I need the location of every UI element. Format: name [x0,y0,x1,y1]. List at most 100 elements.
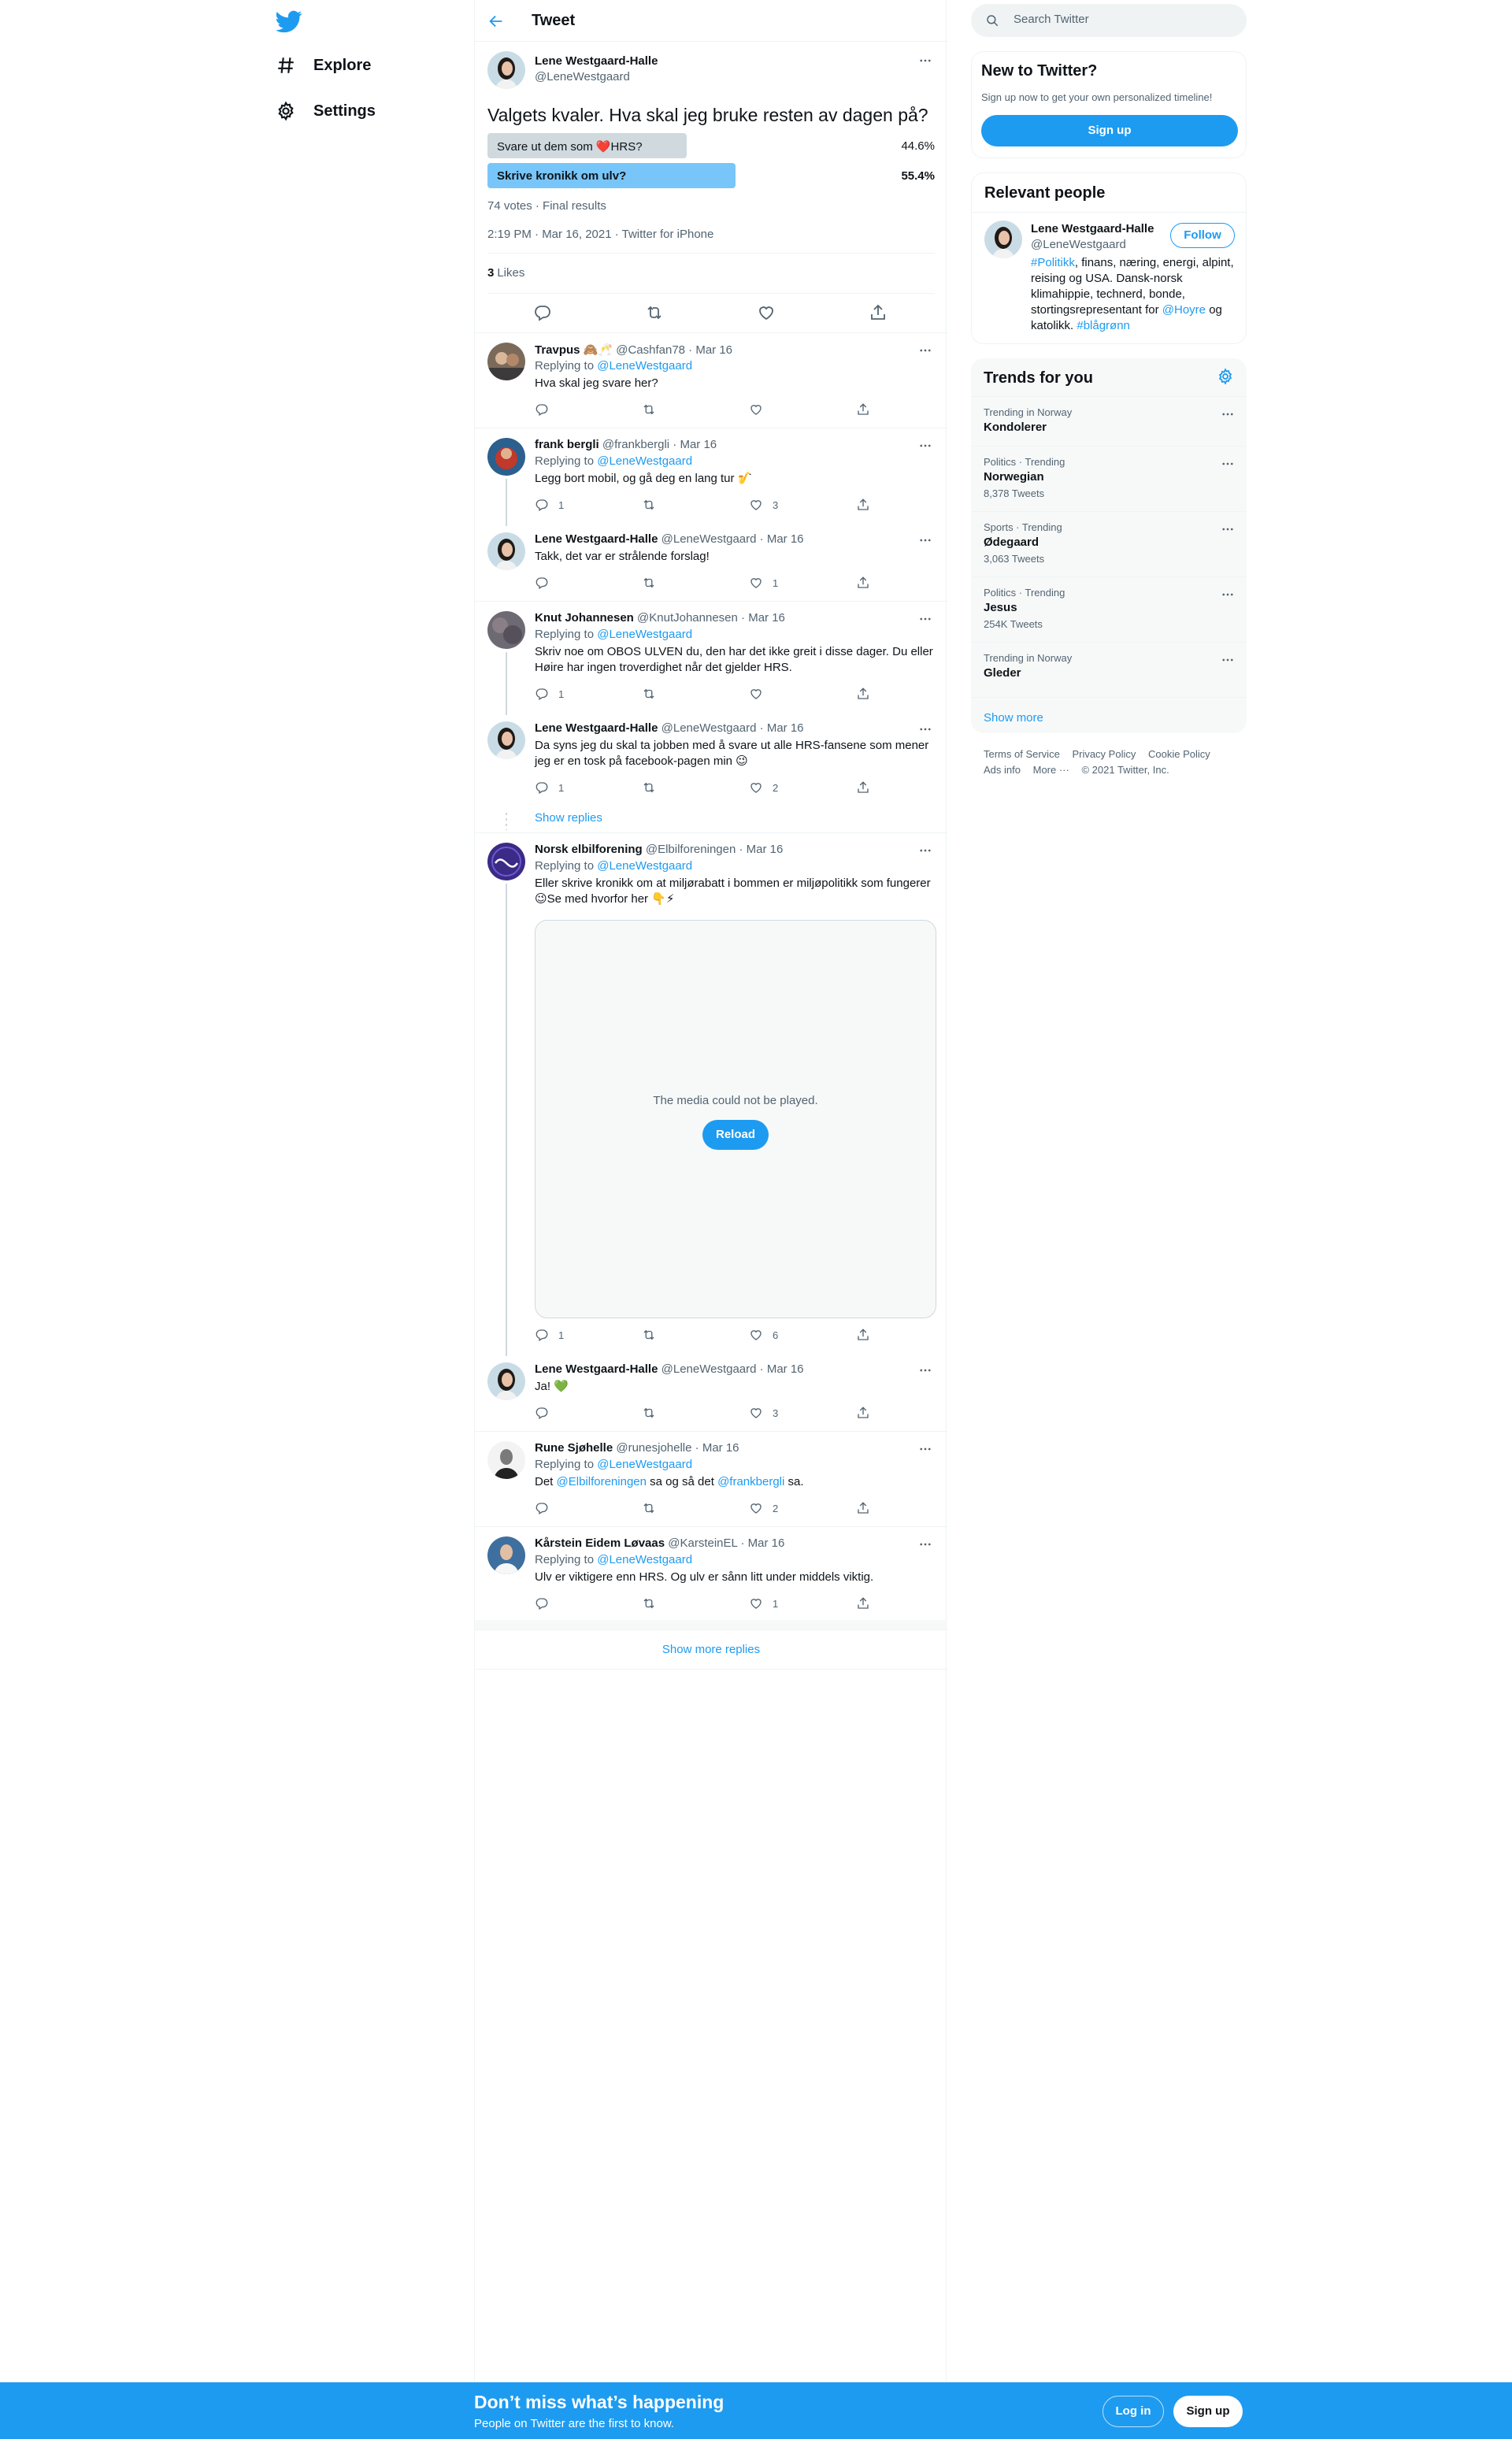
reply-date[interactable]: Mar 16 [767,721,804,735]
gear-icon[interactable] [1217,368,1234,385]
author-handle[interactable]: @KnutJohannesen [637,611,738,625]
more-options-icon[interactable] [916,1440,935,1459]
author-handle[interactable]: @LeneWestgaard [662,532,757,546]
author-name[interactable]: Rune Sjøhelle [535,1441,613,1455]
reply-icon[interactable] [535,1406,549,1420]
reply-icon[interactable]: 1 [535,1328,564,1342]
author-handle[interactable]: @KarsteinEL [668,1536,737,1550]
author-handle[interactable]: @Cashfan78 [616,343,685,357]
back-arrow-icon[interactable] [487,13,505,30]
search-box[interactable] [971,4,1247,37]
reply-icon[interactable]: 1 [535,780,564,795]
reply-date[interactable]: Mar 16 [748,611,785,625]
footer-link[interactable]: Terms of Service [984,747,1060,762]
log-in-button[interactable]: Log in [1102,2396,1164,2427]
retweet-icon[interactable] [642,402,656,417]
avatar[interactable] [487,51,525,89]
more-options-icon[interactable] [916,841,935,860]
avatar[interactable] [487,438,525,476]
reply-date[interactable]: Mar 16 [767,532,804,546]
person-name[interactable]: Lene Westgaard-Halle [1031,222,1154,235]
show-replies-link[interactable]: Show replies [535,811,602,825]
share-icon[interactable] [856,687,870,701]
reply-icon[interactable]: 1 [535,687,564,701]
trend-item[interactable]: Trending in Norway Kondolerer [971,396,1247,446]
share-icon[interactable] [856,1328,870,1342]
more-options-icon[interactable] [916,531,935,550]
like-icon[interactable] [757,303,776,322]
avatar[interactable] [487,343,525,380]
retweet-icon[interactable] [642,576,656,590]
mention-link[interactable]: @LeneWestgaard [597,1553,692,1566]
share-icon[interactable] [856,1596,870,1611]
trend-item[interactable]: Politics · Trending Jesus 254K Tweets [971,576,1247,642]
more-options-icon[interactable] [916,610,935,628]
follow-button[interactable]: Follow [1170,223,1235,248]
author-handle[interactable]: @runesjohelle [616,1441,691,1455]
hashtag-link[interactable]: #blågrønn [1077,319,1130,332]
mention-link[interactable]: @LeneWestgaard [597,454,692,468]
retweet-icon[interactable] [642,1501,656,1515]
share-icon[interactable] [869,303,888,322]
footer-link[interactable]: Ads info [984,762,1021,778]
likes-stat[interactable]: 3 Likes [487,253,935,294]
like-icon[interactable] [749,687,763,701]
more-options-icon[interactable] [1218,585,1237,604]
more-options-icon[interactable] [1218,405,1237,424]
like-icon[interactable]: 1 [749,576,778,590]
more-options-icon[interactable] [1218,520,1237,539]
author-handle[interactable]: @frankbergli [602,438,669,451]
reply-date[interactable]: Mar 16 [748,1536,785,1550]
footer-link[interactable]: Cookie Policy [1148,747,1210,762]
avatar[interactable] [487,721,525,759]
reply-date[interactable]: Mar 16 [747,843,784,856]
reply-icon[interactable]: 1 [535,498,564,512]
share-icon[interactable] [856,1406,870,1420]
like-icon[interactable] [749,402,763,417]
hashtag-link[interactable]: #Politikk [1031,256,1075,269]
retweet-icon[interactable] [642,1596,656,1611]
author-name[interactable]: Norsk elbilforening [535,843,643,856]
share-icon[interactable] [856,498,870,512]
reply-icon[interactable] [535,1596,549,1611]
reply-date[interactable]: Mar 16 [695,343,732,357]
like-icon[interactable]: 3 [749,1406,778,1420]
trend-item[interactable]: Politics · Trending Norwegian 8,378 Twee… [971,446,1247,511]
mention-link[interactable]: @Hoyre [1162,303,1206,317]
mention-link[interactable]: @LeneWestgaard [597,628,692,641]
author-handle[interactable]: @Elbilforeningen [646,843,736,856]
person-handle[interactable]: @LeneWestgaard [1031,238,1126,251]
trend-item[interactable]: Trending in Norway Gleder [971,642,1247,698]
author-handle[interactable]: @LeneWestgaard [535,70,630,83]
author-name[interactable]: Lene Westgaard-Halle [535,532,658,546]
share-icon[interactable] [856,576,870,590]
author-name[interactable]: Kårstein Eidem Løvaas [535,1536,665,1550]
footer-link[interactable]: Privacy Policy [1072,747,1136,762]
reply-date[interactable]: Mar 16 [702,1441,739,1455]
show-more-replies-button[interactable]: Show more replies [475,1629,947,1670]
avatar[interactable] [487,1362,525,1400]
mention-link[interactable]: @frankbergli [717,1475,784,1488]
share-icon[interactable] [856,1501,870,1515]
reply-date[interactable]: Mar 16 [680,438,717,451]
retweet-icon[interactable] [642,687,656,701]
like-icon[interactable]: 2 [749,1501,778,1515]
author-name[interactable]: frank bergli [535,438,599,451]
footer-link[interactable]: More ··· [1033,762,1069,778]
author-name[interactable]: Lene Westgaard-Halle [535,1362,658,1376]
more-options-icon[interactable] [916,341,935,360]
sign-up-button[interactable]: Sign up [981,115,1238,146]
avatar[interactable] [487,532,525,570]
show-more-trends-link[interactable]: Show more [984,711,1043,725]
mention-link[interactable]: @Elbilforeningen [557,1475,647,1488]
reply-icon[interactable] [535,576,549,590]
like-icon[interactable]: 1 [749,1596,778,1611]
retweet-icon[interactable] [645,303,664,322]
trend-item[interactable]: Sports · Trending Ødegaard 3,063 Tweets [971,511,1247,576]
more-options-icon[interactable] [916,1535,935,1554]
retweet-icon[interactable] [642,1328,656,1342]
author-name[interactable]: Travpus 🙈🥂 [535,343,613,357]
author-handle[interactable]: @LeneWestgaard [662,1362,757,1376]
mention-link[interactable]: @LeneWestgaard [597,859,692,873]
more-options-icon[interactable] [1218,454,1237,473]
